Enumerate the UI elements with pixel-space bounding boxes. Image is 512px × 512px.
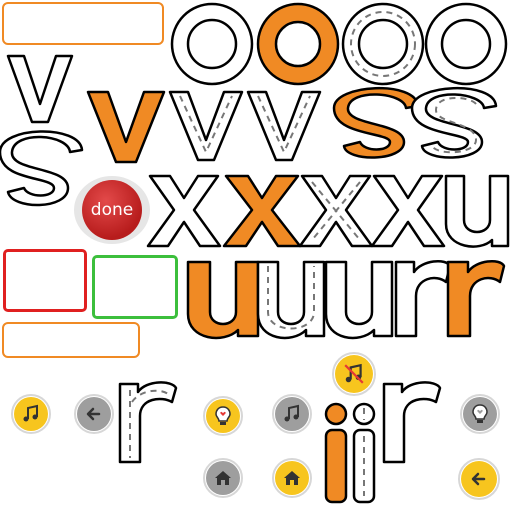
home-button[interactable] xyxy=(272,458,312,498)
back-arrow-gray-icon xyxy=(86,407,101,421)
music-mute-button[interactable] xyxy=(332,352,376,396)
music-button-gray[interactable] xyxy=(272,394,312,434)
music-note-gold-icon xyxy=(23,404,38,422)
letter-o-outline xyxy=(170,2,254,86)
letter-v-outline-2 xyxy=(168,90,244,162)
back-button[interactable] xyxy=(458,458,500,500)
letter-x-dashed-2 xyxy=(370,174,446,248)
music-button[interactable] xyxy=(11,394,51,434)
letter-v-outline xyxy=(6,54,74,124)
hint-button-gray[interactable] xyxy=(460,394,500,434)
hint-button[interactable] xyxy=(203,396,243,436)
letter-o-orange xyxy=(256,2,340,86)
letter-i-dashed xyxy=(352,402,376,504)
letter-v-dashed xyxy=(246,90,322,162)
letter-o-dashed-1 xyxy=(341,2,425,86)
letter-r-dashed xyxy=(118,381,178,464)
home-button-gray[interactable] xyxy=(203,458,243,498)
letter-v-dashed-2 xyxy=(324,92,338,100)
done-button[interactable]: done xyxy=(74,176,150,244)
back-arrow-gold-icon xyxy=(471,472,486,486)
hint-bulb-gray-icon xyxy=(472,404,488,423)
letter-x-dashed xyxy=(298,174,374,248)
letter-r-outline-2 xyxy=(382,381,442,464)
letter-s-dashed xyxy=(410,87,498,159)
home-gold-icon xyxy=(284,471,300,485)
home-gray-icon xyxy=(215,471,231,485)
letter-s-orange xyxy=(332,87,420,159)
letter-u-dashed xyxy=(256,260,326,340)
letter-o-dashed-2 xyxy=(424,2,508,86)
music-note-gray-icon xyxy=(284,404,299,422)
done-label: done xyxy=(82,180,142,240)
letter-r-outline xyxy=(394,259,452,338)
letter-i-orange xyxy=(324,402,348,504)
letter-v-orange xyxy=(86,90,166,164)
back-button-gray[interactable] xyxy=(74,394,114,434)
letter-u-outline-2 xyxy=(324,260,394,340)
letter-x-orange xyxy=(222,174,302,248)
letter-u-outline xyxy=(444,174,510,248)
music-muted-gold-icon xyxy=(344,363,364,384)
letter-s-outline xyxy=(0,130,84,207)
letter-x-outline xyxy=(146,174,222,248)
letter-r-orange xyxy=(446,259,506,338)
hint-bulb-gold-icon xyxy=(215,406,231,425)
letter-u-orange xyxy=(186,260,260,340)
letter-sprites: .ol { fill:none; stroke:#000; stroke-wid… xyxy=(0,2,510,504)
